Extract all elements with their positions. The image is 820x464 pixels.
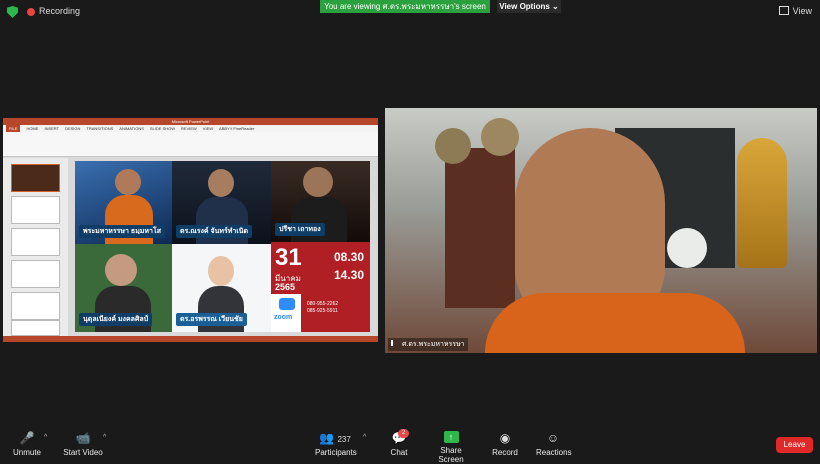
slide-thumbnail[interactable] (11, 320, 60, 336)
speaker-name: ดร.ณรงค์ จันทร์ทำเนิด (176, 225, 253, 238)
ribbon-tabs: FILE HOME INSERT DESIGN TRANSITIONS ANIM… (3, 125, 378, 132)
phone-number: 080-955-2262 (307, 301, 339, 307)
chat-button[interactable]: 💬 2 Chat (388, 429, 410, 457)
window-title: Microsoft PowerPoint (3, 118, 378, 125)
ribbon-tab: ANIMATIONS (119, 126, 144, 131)
ribbon-toolbar (3, 132, 378, 157)
speaker-photo: ดร.ณรงค์ จันทร์ทำเนิด (172, 161, 271, 244)
ribbon-tab: TRANSITIONS (86, 126, 114, 131)
reactions-label: Reactions (536, 448, 572, 457)
participant-name: ศ.ดร.พระมหาหรรษา (402, 341, 465, 348)
view-options-button[interactable]: View Options ⌄ (497, 0, 561, 13)
ribbon-tab: REVIEW (181, 126, 197, 131)
record-label: Record (492, 448, 518, 457)
zoom-logo: zoom (271, 294, 301, 332)
zoom-word: zoom (274, 314, 293, 321)
video-camera-off-icon: 📹 (75, 431, 91, 445)
ribbon-tab: ABBYY FineReader (219, 126, 255, 131)
video-options-caret-icon[interactable]: ^ (103, 434, 106, 441)
slide-thumbnail[interactable] (11, 228, 60, 256)
view-label: View (792, 6, 812, 16)
ribbon-tab: FILE (6, 125, 21, 132)
event-year: 2565 (275, 282, 296, 292)
participant-name-tag: ศ.ดร.พระมหาหรรษา (388, 338, 468, 351)
chat-badge: 2 (398, 429, 409, 438)
shared-screen: Microsoft PowerPoint FILE HOME INSERT DE… (3, 118, 378, 342)
speaker-photo: พระมหาหรรษา ธมฺมหาโส (75, 161, 172, 244)
start-video-button[interactable]: 📹 Start Video (63, 431, 103, 457)
chat-icon: 💬 2 (388, 429, 410, 445)
share-screen-label: Share Screen (438, 446, 464, 464)
contact-phones: 080-955-2262 085-925-5911 (307, 301, 338, 315)
ribbon-tab: DESIGN (65, 126, 81, 131)
speaker-name: พระมหาหรรษา ธมฺมหาโส (79, 225, 165, 238)
slide-thumbnail[interactable] (11, 292, 60, 320)
event-time-end: 14.30 (333, 268, 364, 282)
viewing-banner: You are viewing ศ.ดร.พระมหาหรรษา's scree… (320, 0, 490, 13)
signal-icon (391, 340, 399, 346)
meeting-toolbar: 🎤 Unmute ^ 📹 Start Video ^ 👥 237 Partici… (0, 424, 820, 464)
participants-label: Participants (315, 448, 357, 457)
recording-icon (27, 8, 35, 16)
leave-button[interactable]: Leave (776, 437, 813, 453)
record-button[interactable]: ◉ Record (491, 431, 519, 457)
security-shield-icon[interactable] (7, 6, 18, 18)
slide-thumbnail[interactable] (11, 260, 60, 288)
participant-video: ศ.ดร.พระมหาหรรษา (385, 108, 817, 353)
audio-options-caret-icon[interactable]: ^ (44, 434, 47, 441)
participants-icon: 👥 237 (319, 431, 351, 445)
slide-thumbnails (3, 158, 68, 336)
share-screen-icon: ↑ (443, 431, 459, 443)
grid-view-icon (778, 6, 789, 15)
slide-thumbnail[interactable] (11, 196, 60, 224)
top-bar: Recording You are viewing ศ.ดร.พระมหาหรร… (0, 0, 820, 24)
unmute-button[interactable]: 🎤 Unmute (12, 431, 42, 457)
reactions-button[interactable]: ☺ Reactions (536, 431, 572, 457)
chevron-down-icon: ⌄ (552, 2, 559, 11)
start-video-label: Start Video (63, 448, 103, 457)
speaker-photo: ดร.อรพรรณ เวียนชัย (172, 244, 271, 332)
unmute-label: Unmute (12, 448, 41, 457)
participants-button[interactable]: 👥 237 Participants (315, 431, 357, 457)
participants-caret-icon[interactable]: ^ (363, 434, 366, 441)
speaker-name: ดร.อรพรรณ เวียนชัย (176, 313, 247, 326)
status-bar (3, 336, 378, 342)
ribbon-tab: VIEW (202, 126, 214, 131)
speaker-name: ปรีชา เถาทอง (275, 223, 325, 236)
recording-label: Recording (39, 6, 81, 16)
ribbon-tab: HOME (26, 126, 39, 131)
event-day: 31 (275, 244, 302, 271)
microphone-muted-icon: 🎤 (19, 431, 35, 445)
view-options-label: View Options (499, 2, 550, 11)
speaker-photo: ปรีชา เถาทอง (271, 161, 370, 242)
view-button[interactable]: View (778, 6, 812, 16)
share-screen-button[interactable]: ↑ Share Screen (429, 431, 473, 464)
ribbon-tab: INSERT (44, 126, 60, 131)
event-time-start: 08.30 (333, 250, 364, 264)
slide-canvas: พระมหาหรรษา ธมฺมหาโส ดร.ณรงค์ จันทร์ทำเน… (75, 161, 370, 332)
phone-number: 085-925-5911 (307, 308, 338, 314)
speaker-name: นุดุลเนียงค์ มงคลศิลป์ (79, 313, 153, 326)
record-icon: ◉ (499, 431, 511, 445)
video-camera-icon (279, 298, 295, 310)
speaker-photo: นุดุลเนียงค์ มงคลศิลป์ (75, 244, 172, 332)
slide-thumbnail[interactable] (11, 164, 60, 192)
chat-label: Chat (390, 448, 408, 457)
smile-icon: ☺ (546, 431, 560, 445)
participants-count: 237 (337, 435, 351, 444)
ribbon-tab: SLIDE SHOW (149, 126, 176, 131)
